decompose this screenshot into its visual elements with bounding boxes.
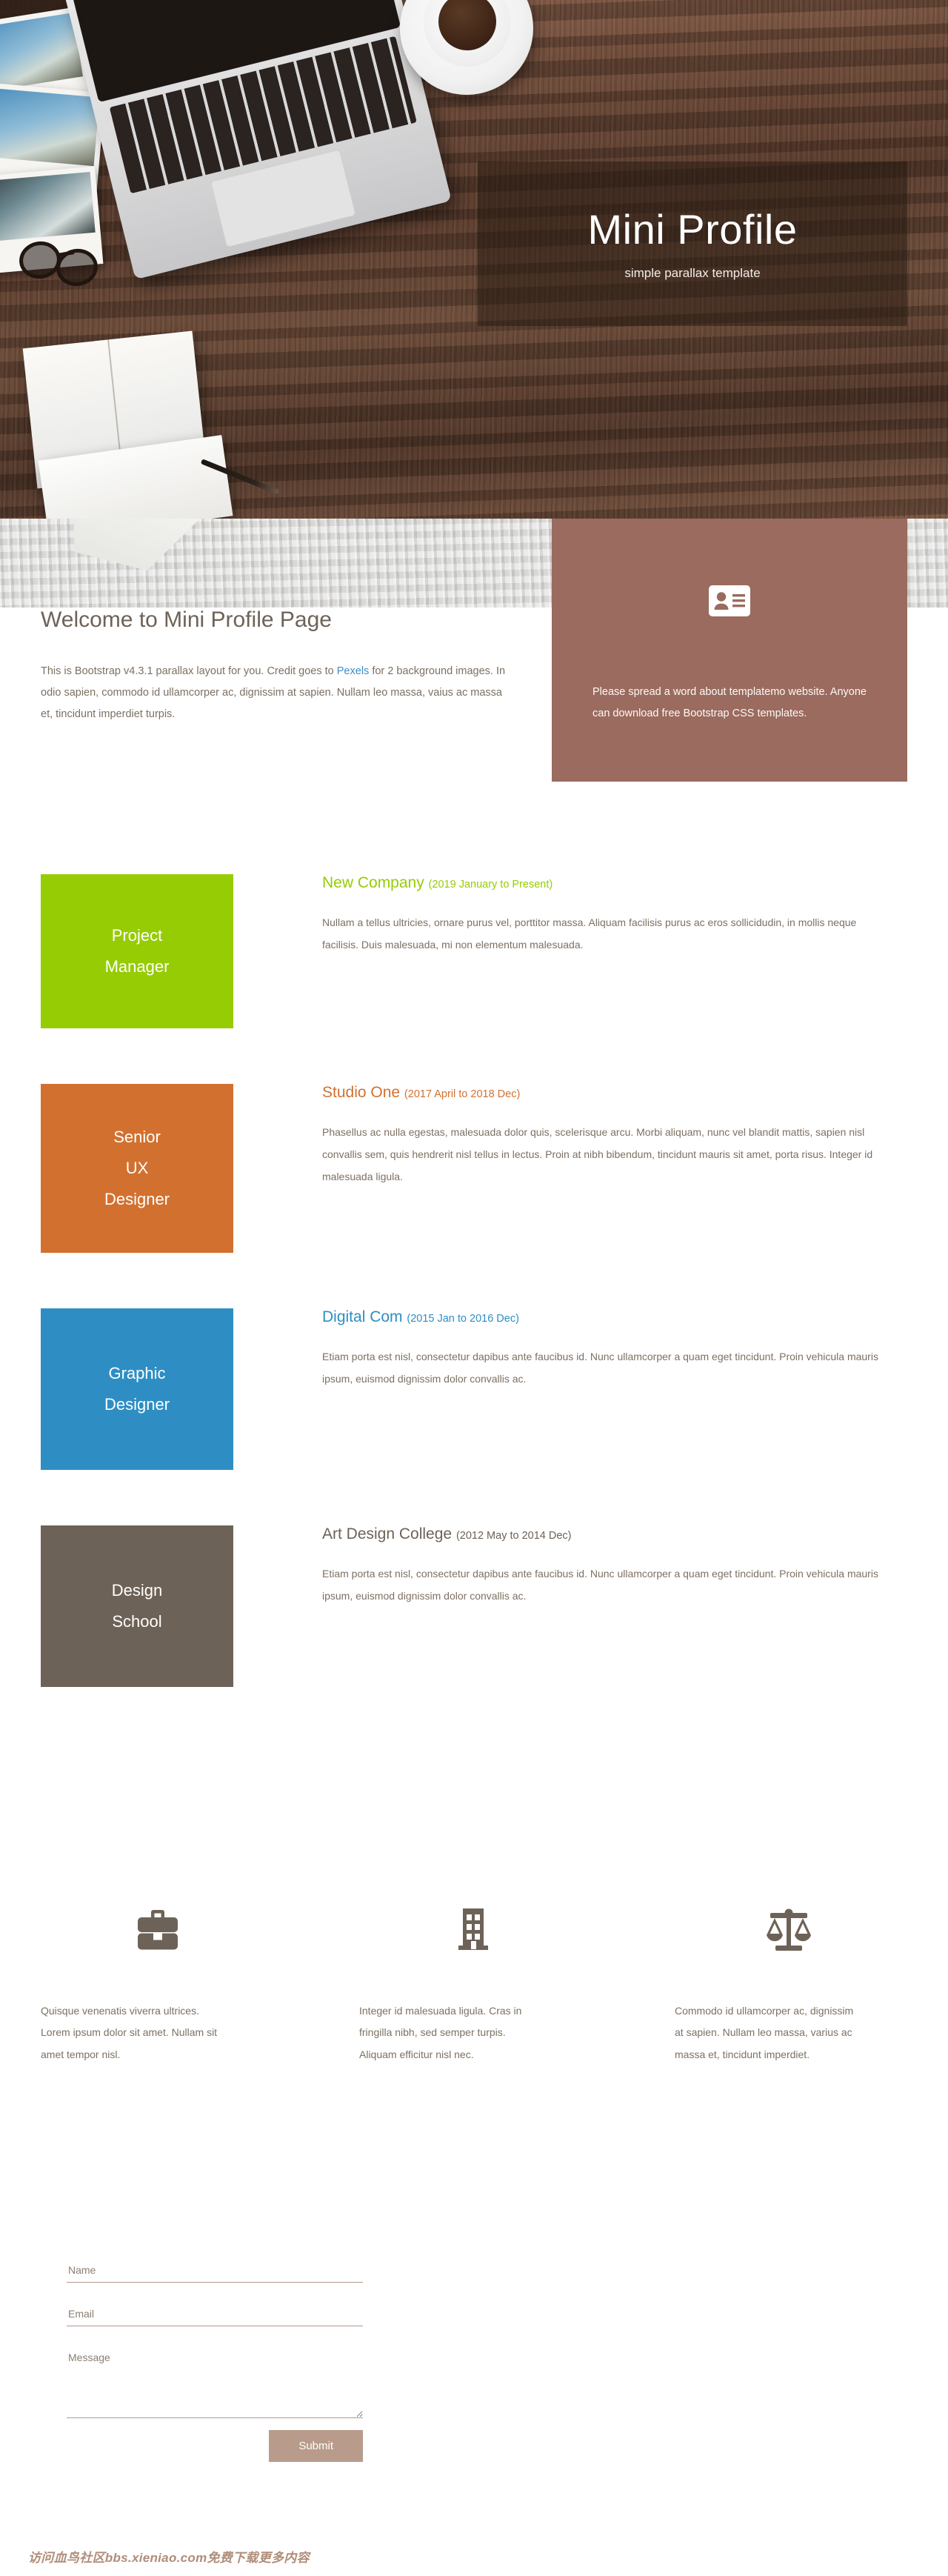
welcome-paragraph: This is Bootstrap v4.3.1 parallax layout… [41, 661, 515, 725]
resume-role-line: UX [125, 1159, 149, 1178]
hero-section: Mini Profile simple parallax template [0, 0, 948, 519]
resume-detail: Studio One (2017 April to 2018 Dec) Phas… [322, 1084, 885, 1188]
hero-overlay-box: Mini Profile simple parallax template [478, 162, 907, 326]
resume-item: Project Manager New Company (2019 Januar… [0, 874, 948, 1028]
feature-text: Commodo id ullamcorper ac, dignissim at … [675, 2005, 854, 2060]
resume-company: Digital Com [322, 1308, 403, 1325]
email-input[interactable] [67, 2303, 363, 2326]
footer-watermark: 访问血鸟社区bbs.xieniao.com免费下载更多内容 [28, 2551, 310, 2565]
feature-text: Quisque venenatis viverra ultrices. Lore… [41, 2005, 218, 2060]
balance-scale-icon [672, 1882, 906, 1978]
resume-role-line: Manager [104, 957, 170, 976]
resume-period: (2012 May to 2014 Dec) [455, 1530, 572, 1542]
resume-description: Etiam porta est nisl, consectetur dapibu… [322, 1568, 878, 1602]
building-icon [356, 1882, 590, 1978]
resume-company-heading: Studio One (2017 April to 2018 Dec) [322, 1084, 885, 1102]
id-card-icon [709, 585, 750, 620]
resume-description: Nullam a tellus ultricies, ornare purus … [322, 916, 857, 951]
resume-item: Graphic Designer Digital Com (2015 Jan t… [0, 1308, 948, 1470]
resume-section: Project Manager New Company (2019 Januar… [0, 874, 948, 1743]
resume-role-badge: Design School [41, 1525, 233, 1687]
welcome-text-part-1: This is Bootstrap v4.3.1 parallax layout… [41, 665, 337, 677]
resume-role-badge: Senior UX Designer [41, 1084, 233, 1253]
pexels-link[interactable]: Pexels [337, 665, 370, 677]
resume-role-line: Project [111, 926, 163, 945]
contact-form: Submit [67, 2260, 363, 2462]
message-input[interactable] [67, 2347, 363, 2418]
resume-role-line: Design [111, 1581, 163, 1600]
resume-role-badge: Project Manager [41, 874, 233, 1028]
promo-card: Please spread a word about templatemo we… [552, 519, 907, 782]
resume-description: Phasellus ac nulla egestas, malesuada do… [322, 1126, 873, 1183]
page-title: Welcome to Mini Profile Page [41, 608, 332, 632]
resume-detail: Art Design College (2012 May to 2014 Dec… [322, 1525, 885, 1607]
resume-item: Design School Art Design College (2012 M… [0, 1525, 948, 1687]
resume-description: Etiam porta est nisl, consectetur dapibu… [322, 1351, 878, 1385]
resume-role-line: Designer [104, 1189, 170, 1208]
resume-company: Art Design College [322, 1525, 453, 1542]
name-input[interactable] [67, 2260, 363, 2283]
resume-company: Studio One [322, 1084, 401, 1101]
resume-period: (2017 April to 2018 Dec) [404, 1088, 521, 1100]
contact-section: Submit [0, 2260, 948, 2462]
resume-role-badge: Graphic Designer [41, 1308, 233, 1470]
resume-role-line: Graphic [108, 1364, 166, 1383]
resume-detail: Digital Com (2015 Jan to 2016 Dec) Etiam… [322, 1308, 885, 1390]
resume-company-heading: Digital Com (2015 Jan to 2016 Dec) [322, 1308, 885, 1326]
resume-period: (2015 Jan to 2016 Dec) [407, 1313, 519, 1325]
feature-card: Commodo id ullamcorper ac, dignissim at … [631, 1882, 947, 2066]
feature-text: Integer id malesuada ligula. Cras in fri… [359, 2005, 522, 2060]
resume-role-line: Senior [113, 1128, 161, 1147]
resume-company-heading: Art Design College (2012 May to 2014 Dec… [322, 1525, 885, 1543]
resume-detail: New Company (2019 January to Present) Nu… [322, 874, 885, 956]
resume-company-heading: New Company (2019 January to Present) [322, 874, 885, 892]
resume-period: (2019 January to Present) [428, 879, 553, 891]
feature-card: Quisque venenatis viverra ultrices. Lore… [0, 1882, 316, 2066]
laptop-image [64, 0, 452, 280]
resume-company: New Company [322, 874, 424, 891]
submit-button[interactable]: Submit [269, 2430, 363, 2462]
resume-role-line: Designer [104, 1395, 170, 1414]
resume-role-line: School [112, 1612, 162, 1631]
hero-title: Mini Profile [587, 206, 798, 253]
features-section: Quisque venenatis viverra ultrices. Lore… [0, 1882, 948, 2066]
promo-text: Please spread a word about templatemo we… [592, 686, 867, 719]
resume-item: Senior UX Designer Studio One (2017 Apri… [0, 1084, 948, 1253]
hero-subtitle: simple parallax template [624, 265, 761, 280]
submit-row: Submit [67, 2430, 363, 2462]
feature-card: Integer id malesuada ligula. Cras in fri… [316, 1882, 631, 2066]
briefcase-icon [41, 1882, 275, 1978]
